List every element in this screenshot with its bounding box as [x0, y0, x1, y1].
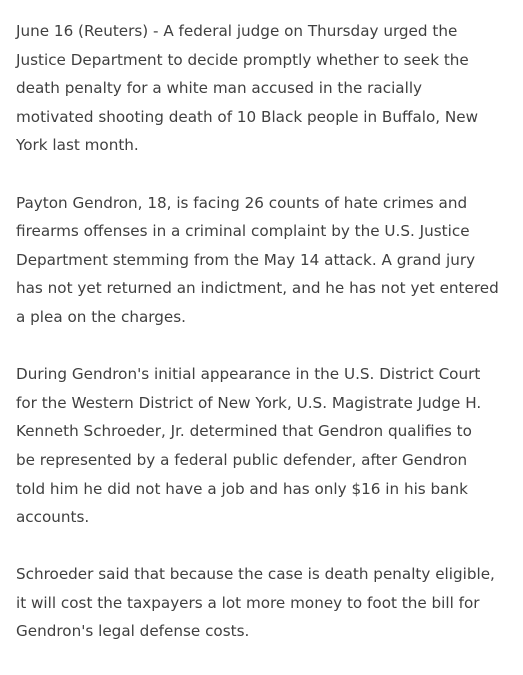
article-line: Gendron's legal defense costs. [16, 622, 250, 641]
article-line: death penalty for a white man accused in… [16, 79, 423, 98]
article-line: York last month. [16, 136, 139, 155]
article-paragraph-2: Payton Gendron, 18, is facing 26 counts … [16, 189, 499, 332]
article-line: Schroeder said that because the case is … [16, 565, 495, 584]
article-line: told him he did not have a job and has o… [16, 479, 468, 498]
article-line: motivated shooting death of 10 Black peo… [16, 107, 479, 126]
article-body: June 16 (Reuters) - A federal judge on T… [16, 17, 499, 675]
article-line: firearms offenses in a criminal complain… [16, 222, 470, 241]
article-line: be represented by a federal public defen… [16, 450, 468, 469]
article-paragraph-1: June 16 (Reuters) - A federal judge on T… [16, 17, 496, 160]
article-line: Justice Department to decide promptly wh… [16, 50, 469, 69]
article-line: accounts. [16, 508, 90, 527]
article-paragraph-4: Schroeder said that because the case is … [16, 560, 496, 646]
article-line: Payton Gendron, 18, is facing 26 counts … [16, 193, 468, 212]
article-line: a plea on the charges. [16, 307, 186, 326]
article-line: Kenneth Schroeder, Jr. determined that G… [16, 422, 472, 441]
article-line: During Gendron's initial appearance in t… [16, 365, 481, 384]
article-line: for the Western District of New York, U.… [16, 393, 482, 412]
article-paragraph-3: During Gendron's initial appearance in t… [16, 360, 496, 532]
article-line: it will cost the taxpayers a lot more mo… [16, 593, 480, 612]
article-line: Department stemming from the May 14 atta… [16, 250, 476, 269]
article-line: has not yet returned an indictment, and … [16, 279, 499, 298]
article-line: June 16 (Reuters) - A federal judge on T… [16, 22, 458, 40]
